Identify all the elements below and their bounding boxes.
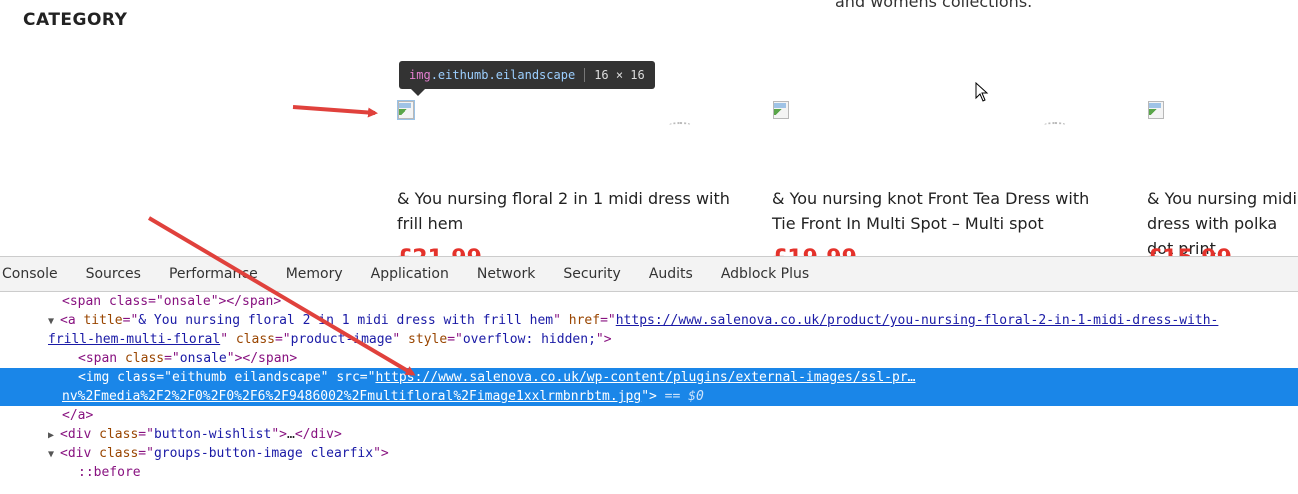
dom-node-span-onsale[interactable]: <span class="onsale"></span> (0, 349, 1298, 368)
tooltip-tag: img (409, 68, 431, 82)
tab-sources[interactable]: Sources (72, 266, 155, 282)
span-onsale-node: <span class="onsale"></span> (62, 294, 282, 309)
dom-node-div-groups[interactable]: ▼ <div class="groups-button-image clearfi… (0, 444, 1298, 463)
devtools-tabbar: Console Sources Performance Memory Appli… (0, 257, 1298, 292)
tab-application[interactable]: Application (357, 266, 463, 282)
broken-image-icon[interactable] (1147, 100, 1165, 120)
anchor-href-link[interactable]: https://www.salenova.co.uk/product/you-n… (616, 313, 1219, 328)
img-class-value: eithumb eilandscape (171, 370, 321, 385)
before-pseudo: ::before (78, 465, 141, 480)
img-src-link[interactable]: https://www.salenova.co.uk/wp-content/pl… (375, 370, 915, 385)
anchor-style-value: overflow: hidden; (462, 332, 596, 347)
product-price: £21.99 (397, 246, 482, 256)
tab-security[interactable]: Security (549, 266, 635, 282)
groups-class-value: groups-button-image clearfix (153, 446, 374, 461)
tab-performance[interactable]: Performance (155, 266, 272, 282)
product-price: £15.99 (1147, 246, 1232, 256)
anchor-title-value: & You nursing floral 2 in 1 midi dress w… (138, 313, 554, 328)
tooltip-classes: .eithumb.eilandscape (430, 68, 576, 82)
anchor-class-value: product-image (290, 332, 393, 347)
elements-tree: <span class="onsale"></span> ▼ <a title="… (0, 292, 1298, 482)
img-src-link-cont[interactable]: nv%2Fmedia%2F2%2F0%2F0%2F6%2F9486002%2Fm… (62, 389, 641, 404)
span-class-value: onsale (179, 351, 227, 366)
tab-console[interactable]: Console (0, 266, 72, 282)
anchor-href-link-cont[interactable]: frill-hem-multi-floral (48, 332, 220, 347)
dom-node-img-selected-cont[interactable]: nv%2Fmedia%2F2%2F0%2F0%2F6%2F9486002%2Fm… (0, 387, 1298, 406)
product-card[interactable]: & You nursing knot Front Tea Dress with … (772, 100, 1132, 256)
wishlist-icon[interactable] (1044, 122, 1066, 128)
expand-triangle-icon[interactable]: ▼ (48, 312, 60, 331)
wishlist-class-value: button-wishlist (153, 427, 272, 442)
tab-network[interactable]: Network (463, 266, 549, 282)
dom-node-anchor-cont[interactable]: frill-hem-multi-floral" class="product-i… (0, 330, 1298, 349)
tab-audits[interactable]: Audits (635, 266, 707, 282)
tooltip-size: 16 × 16 (594, 68, 645, 82)
tab-adblock-plus[interactable]: Adblock Plus (707, 266, 823, 282)
web-page: CATEGORY and womens collections. img .eit… (0, 0, 1298, 256)
wishlist-icon[interactable] (669, 122, 691, 128)
product-title[interactable]: & You nursing floral 2 in 1 midi dress w… (397, 186, 737, 236)
product-card[interactable]: & You nursing floral 2 in 1 midi dress w… (397, 100, 757, 256)
product-card[interactable]: & You nursing midi dress with polka dot … (1147, 100, 1298, 256)
expand-triangle-icon[interactable]: ▼ (48, 445, 60, 464)
intro-text: and womens collections. (835, 0, 1033, 11)
product-price: £19.99 (772, 246, 857, 256)
collapse-triangle-icon[interactable]: ▶ (48, 426, 60, 445)
dom-node-anchor-close[interactable]: </a> (0, 406, 1298, 425)
dom-node-anchor[interactable]: ▼ <a title="& You nursing floral 2 in 1 m… (0, 311, 1298, 330)
selected-node-marker: == $0 (664, 389, 704, 404)
mouse-cursor-icon (975, 82, 989, 102)
broken-image-icon[interactable] (397, 100, 415, 120)
product-title[interactable]: & You nursing knot Front Tea Dress with … (772, 186, 1112, 236)
tooltip-separator (584, 68, 586, 82)
collapsed-ellipsis: … (287, 427, 295, 442)
devtools-panel: Console Sources Performance Memory Appli… (0, 256, 1298, 494)
dom-node-div-wishlist[interactable]: ▶ <div class="button-wishlist">…</div> (0, 425, 1298, 444)
broken-image-icon[interactable] (772, 100, 790, 120)
tab-memory[interactable]: Memory (272, 266, 357, 282)
dom-node-span[interactable]: <span class="onsale"></span> (0, 292, 1298, 311)
dom-node-before[interactable]: ::before (0, 463, 1298, 482)
dom-node-img-selected[interactable]: <img class="eithumb eilandscape" src="ht… (0, 368, 1298, 387)
inspect-tooltip: img .eithumb.eilandscape 16 × 16 (399, 61, 655, 96)
category-heading: CATEGORY (23, 10, 128, 30)
